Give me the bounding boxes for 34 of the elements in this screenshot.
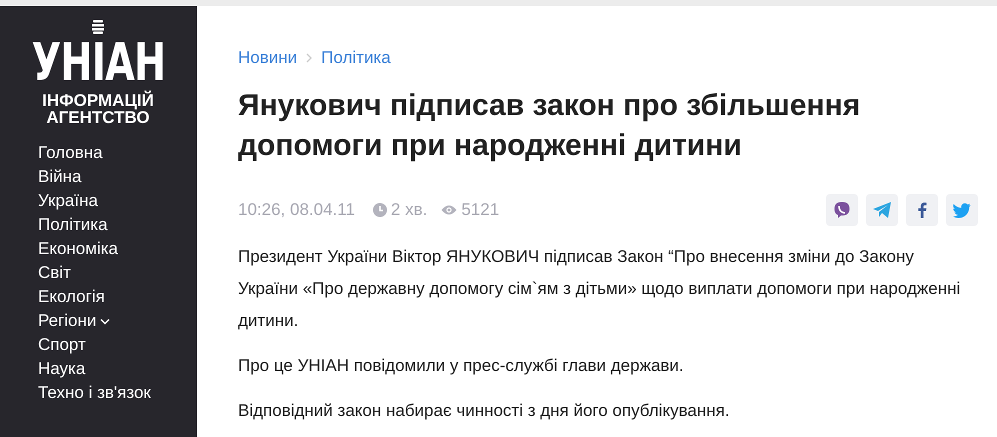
viber-share-button[interactable] bbox=[826, 194, 858, 226]
nav-link[interactable]: Техно і зв'язок bbox=[38, 381, 197, 405]
nav-link[interactable]: Україна bbox=[38, 189, 197, 213]
publish-date: 10:26, 08.04.11 bbox=[238, 200, 355, 220]
nav-link[interactable]: Спорт bbox=[38, 333, 197, 357]
breadcrumb-link[interactable]: Політика bbox=[321, 46, 391, 70]
article-title: Янукович підписав закон про збільшення допомоги при народженні дитини bbox=[238, 88, 862, 164]
facebook-share-button[interactable] bbox=[906, 194, 938, 226]
article-paragraph: Про це УНІАН повідомили у прес-службі глави держави. bbox=[238, 355, 685, 377]
chevron-right-icon bbox=[306, 53, 312, 63]
twitter-share-button[interactable] bbox=[946, 194, 978, 226]
article-paragraph: Відповідний закон набирає чинності з дня його опублікування. bbox=[238, 400, 731, 422]
menu-icon[interactable] bbox=[92, 20, 104, 34]
nav-link[interactable]: Економіка bbox=[38, 237, 197, 261]
nav-link[interactable]: Регіони bbox=[38, 309, 197, 333]
logo-tagline: ІНФОРМАЦІЙ bbox=[42, 92, 154, 109]
read-time: 2 хв. bbox=[390, 200, 428, 220]
nav-link[interactable]: Світ bbox=[38, 261, 197, 285]
nav-link[interactable]: Головна bbox=[38, 141, 197, 165]
facebook-icon bbox=[917, 202, 927, 218]
nav-link[interactable]: Війна bbox=[38, 165, 197, 189]
view-count: 5121 bbox=[461, 200, 500, 220]
nav-link[interactable]: Політика bbox=[38, 213, 197, 237]
logo-wordmark[interactable]: УНІАН bbox=[31, 34, 165, 92]
breadcrumb-link[interactable]: Новини bbox=[238, 46, 298, 70]
viber-icon bbox=[833, 201, 851, 219]
nav-link[interactable]: Наука bbox=[38, 357, 197, 381]
logo-tagline: АГЕНТСТВО bbox=[46, 109, 150, 126]
eye-icon bbox=[441, 204, 458, 216]
nav-link[interactable]: Екологія bbox=[38, 285, 197, 309]
bird-icon bbox=[953, 202, 971, 218]
article-paragraph: Президент України Віктор ЯНУКОВИЧ підписав Закон “Про внесення зміни до Закону України «Про державну допомогу сім`ям з дітьми» щодо виплати допомоги при народженні дитини. bbox=[238, 246, 962, 332]
paper-plane-icon bbox=[872, 201, 892, 219]
clock-icon bbox=[372, 203, 387, 217]
